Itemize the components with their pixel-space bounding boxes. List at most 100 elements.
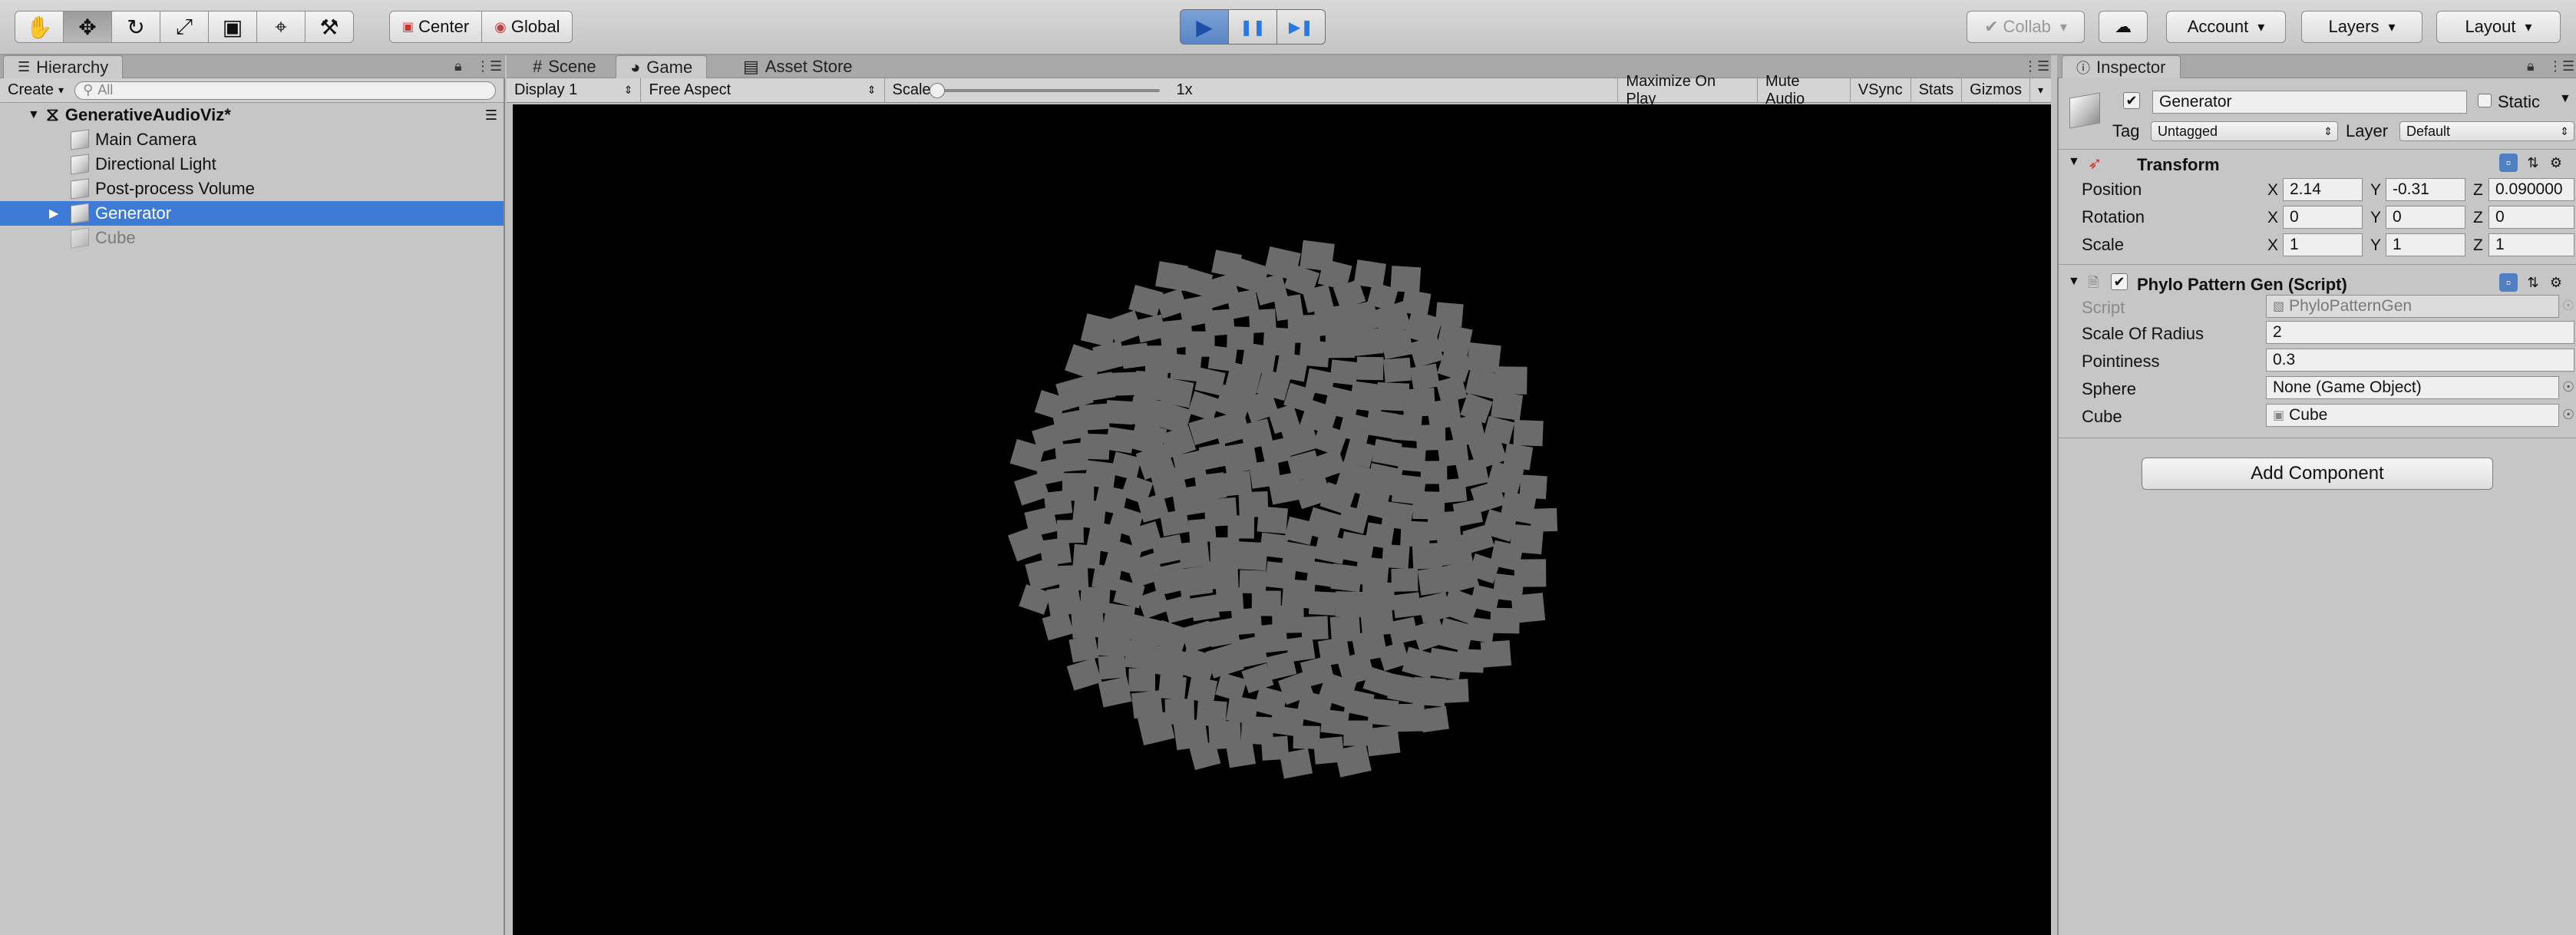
updown-arrow-icon: ⇕ (2323, 124, 2333, 137)
active-checkbox[interactable]: ✔ (2123, 92, 2140, 109)
axis-x-label: X (2267, 181, 2279, 199)
step-button[interactable]: ▶❚ (1276, 9, 1326, 45)
display-dropdown[interactable]: Display 1 ⇕ (507, 78, 642, 103)
collab-dropdown[interactable]: ✔ Collab (1967, 11, 2085, 43)
rendered-cube (1238, 491, 1269, 518)
mute-audio-toggle[interactable]: Mute Audio (1758, 73, 1851, 107)
hierarchy-item[interactable]: Cube (0, 226, 504, 250)
lock-icon[interactable]: 🔒︎ (454, 58, 462, 74)
add-component-button[interactable]: Add Component (2142, 458, 2493, 490)
scene-menu-icon[interactable]: ☰ (485, 107, 497, 124)
gameobject-cube-icon (71, 129, 89, 150)
rendered-cube (1503, 443, 1534, 471)
rotation-x-field[interactable]: 0 (2283, 206, 2363, 229)
panel-menu-icon[interactable]: ⋮☰ (2023, 58, 2049, 74)
tab-inspector[interactable]: ⓘ Inspector (2062, 55, 2181, 78)
collapse-arrow-icon[interactable]: ▼ (2068, 155, 2080, 169)
aspect-dropdown[interactable]: Free Aspect ⇕ (641, 78, 885, 103)
layers-dropdown[interactable]: Layers (2301, 11, 2422, 43)
preset-sliders-icon[interactable]: ⇅ (2524, 273, 2542, 292)
scale-z-field[interactable]: 1 (2488, 233, 2574, 256)
hierarchy-item[interactable]: Main Camera (0, 127, 504, 152)
create-dropdown[interactable]: Create (8, 81, 64, 99)
rendered-cube (1514, 559, 1547, 587)
move-tool-button[interactable]: ✥ (63, 11, 112, 43)
chevron-down-icon[interactable]: ▼ (2559, 92, 2571, 106)
tab-hierarchy[interactable]: ☰ Hierarchy (3, 55, 124, 78)
rendered-cube (1530, 507, 1558, 532)
pointiness-field[interactable]: 0.3 (2266, 349, 2574, 372)
scene-root-row[interactable]: ▼ ⧖ GenerativeAudioViz* ☰ (0, 103, 504, 127)
hierarchy-item[interactable]: Post-process Volume (0, 177, 504, 201)
hand-tool-button[interactable]: ✋ (15, 11, 64, 43)
globe-icon: ◉ (494, 18, 507, 35)
tag-dropdown[interactable]: Untagged ⇕ (2151, 121, 2338, 141)
preset-sliders-icon[interactable]: ⇅ (2524, 154, 2542, 172)
static-checkbox[interactable] (2478, 94, 2492, 107)
transform-title: Transform (2137, 155, 2220, 174)
lock-icon[interactable]: 🔒︎ (2527, 58, 2535, 74)
object-name-field[interactable]: Generator (2152, 91, 2467, 114)
scale-tool-button[interactable]: ⤢ (160, 11, 209, 43)
static-label: Static (2498, 92, 2541, 111)
panel-menu-icon[interactable]: ⋮☰ (2548, 58, 2574, 74)
script-enabled-checkbox[interactable]: ✔ (2111, 273, 2128, 290)
collapse-arrow-icon[interactable]: ▼ (2068, 275, 2080, 289)
tab-game[interactable]: ◕ Game (616, 55, 708, 78)
rendered-cube (1513, 419, 1544, 447)
collapse-arrow-icon[interactable]: ▼ (28, 108, 40, 122)
rendered-cube (1511, 593, 1546, 623)
tab-asset-store[interactable]: ▤ Asset Store (729, 55, 867, 78)
rotation-y-field[interactable]: 0 (2386, 206, 2465, 229)
layer-dropdown[interactable]: Default ⇕ (2399, 121, 2574, 141)
pivot-center-button[interactable]: ▣ Center (389, 11, 483, 43)
rotate-tool-button[interactable]: ↻ (111, 11, 160, 43)
play-button[interactable]: ▶ (1180, 9, 1229, 45)
rect-tool-button[interactable]: ▣ (208, 11, 257, 43)
space-global-button[interactable]: ◉ Global (481, 11, 573, 43)
vsync-toggle[interactable]: VSync (1851, 78, 1911, 103)
pause-button[interactable]: ❚❚ (1228, 9, 1277, 45)
maximize-on-play-toggle[interactable]: Maximize On Play (1617, 73, 1759, 107)
scale-slider-handle[interactable] (929, 82, 945, 98)
expand-arrow-icon[interactable]: ▶ (49, 206, 58, 221)
scale-of-radius-field[interactable]: 2 (2266, 321, 2574, 344)
gear-icon[interactable]: ⚙ (2547, 273, 2565, 292)
gear-icon[interactable]: ⚙ (2547, 154, 2565, 172)
position-x-field[interactable]: 2.14 (2283, 178, 2363, 201)
hierarchy-search-input[interactable]: ⚲ All (74, 81, 496, 100)
gizmos-dropdown-arrow[interactable]: ▾ (2030, 78, 2051, 103)
pivot-toggle-group: ▣ Center ◉ Global (389, 11, 573, 43)
rendered-cube (1325, 332, 1355, 358)
transform-tool-button[interactable]: ⌖ (256, 11, 305, 43)
help-book-icon[interactable]: ▫ (2499, 154, 2518, 172)
object-picker-icon[interactable]: ☉ (2562, 407, 2574, 423)
gameobject-cube-icon (71, 227, 89, 249)
stats-toggle[interactable]: Stats (1911, 78, 1963, 103)
panel-menu-icon[interactable]: ⋮☰ (476, 58, 502, 74)
object-picker-icon[interactable]: ☉ (2562, 379, 2574, 395)
gizmos-toggle[interactable]: Gizmos (1962, 78, 2030, 103)
scale-slider-track[interactable] (936, 88, 1160, 92)
scale-x-field[interactable]: 1 (2283, 233, 2363, 256)
account-dropdown[interactable]: Account (2166, 11, 2286, 43)
hierarchy-item[interactable]: ▶ Generator (0, 201, 504, 226)
sphere-object-field[interactable]: None (Game Object) (2266, 376, 2559, 399)
chevron-down-icon: ▾ (2037, 84, 2043, 96)
scale-y-field[interactable]: 1 (2386, 233, 2465, 256)
rendered-cube (1105, 426, 1135, 454)
position-z-field[interactable]: 0.090000 (2488, 178, 2574, 201)
rotation-z-field[interactable]: 0 (2488, 206, 2574, 229)
help-book-icon[interactable]: ▫ (2499, 273, 2518, 292)
position-y-field[interactable]: -0.31 (2386, 178, 2465, 201)
gameobject-cube-icon (71, 178, 89, 200)
layout-dropdown[interactable]: Layout (2436, 11, 2561, 43)
updown-arrow-icon: ⇕ (867, 84, 877, 96)
game-viewport[interactable] (513, 104, 2051, 935)
hierarchy-item[interactable]: Directional Light (0, 152, 504, 177)
custom-tool-button[interactable]: ⚒ (305, 11, 354, 43)
cloud-button[interactable]: ☁ (2099, 11, 2148, 43)
tab-scene[interactable]: # Scene (519, 55, 610, 78)
script-file-icon: ▧ (2273, 300, 2285, 313)
cube-object-field[interactable]: ▣ Cube (2266, 404, 2559, 427)
